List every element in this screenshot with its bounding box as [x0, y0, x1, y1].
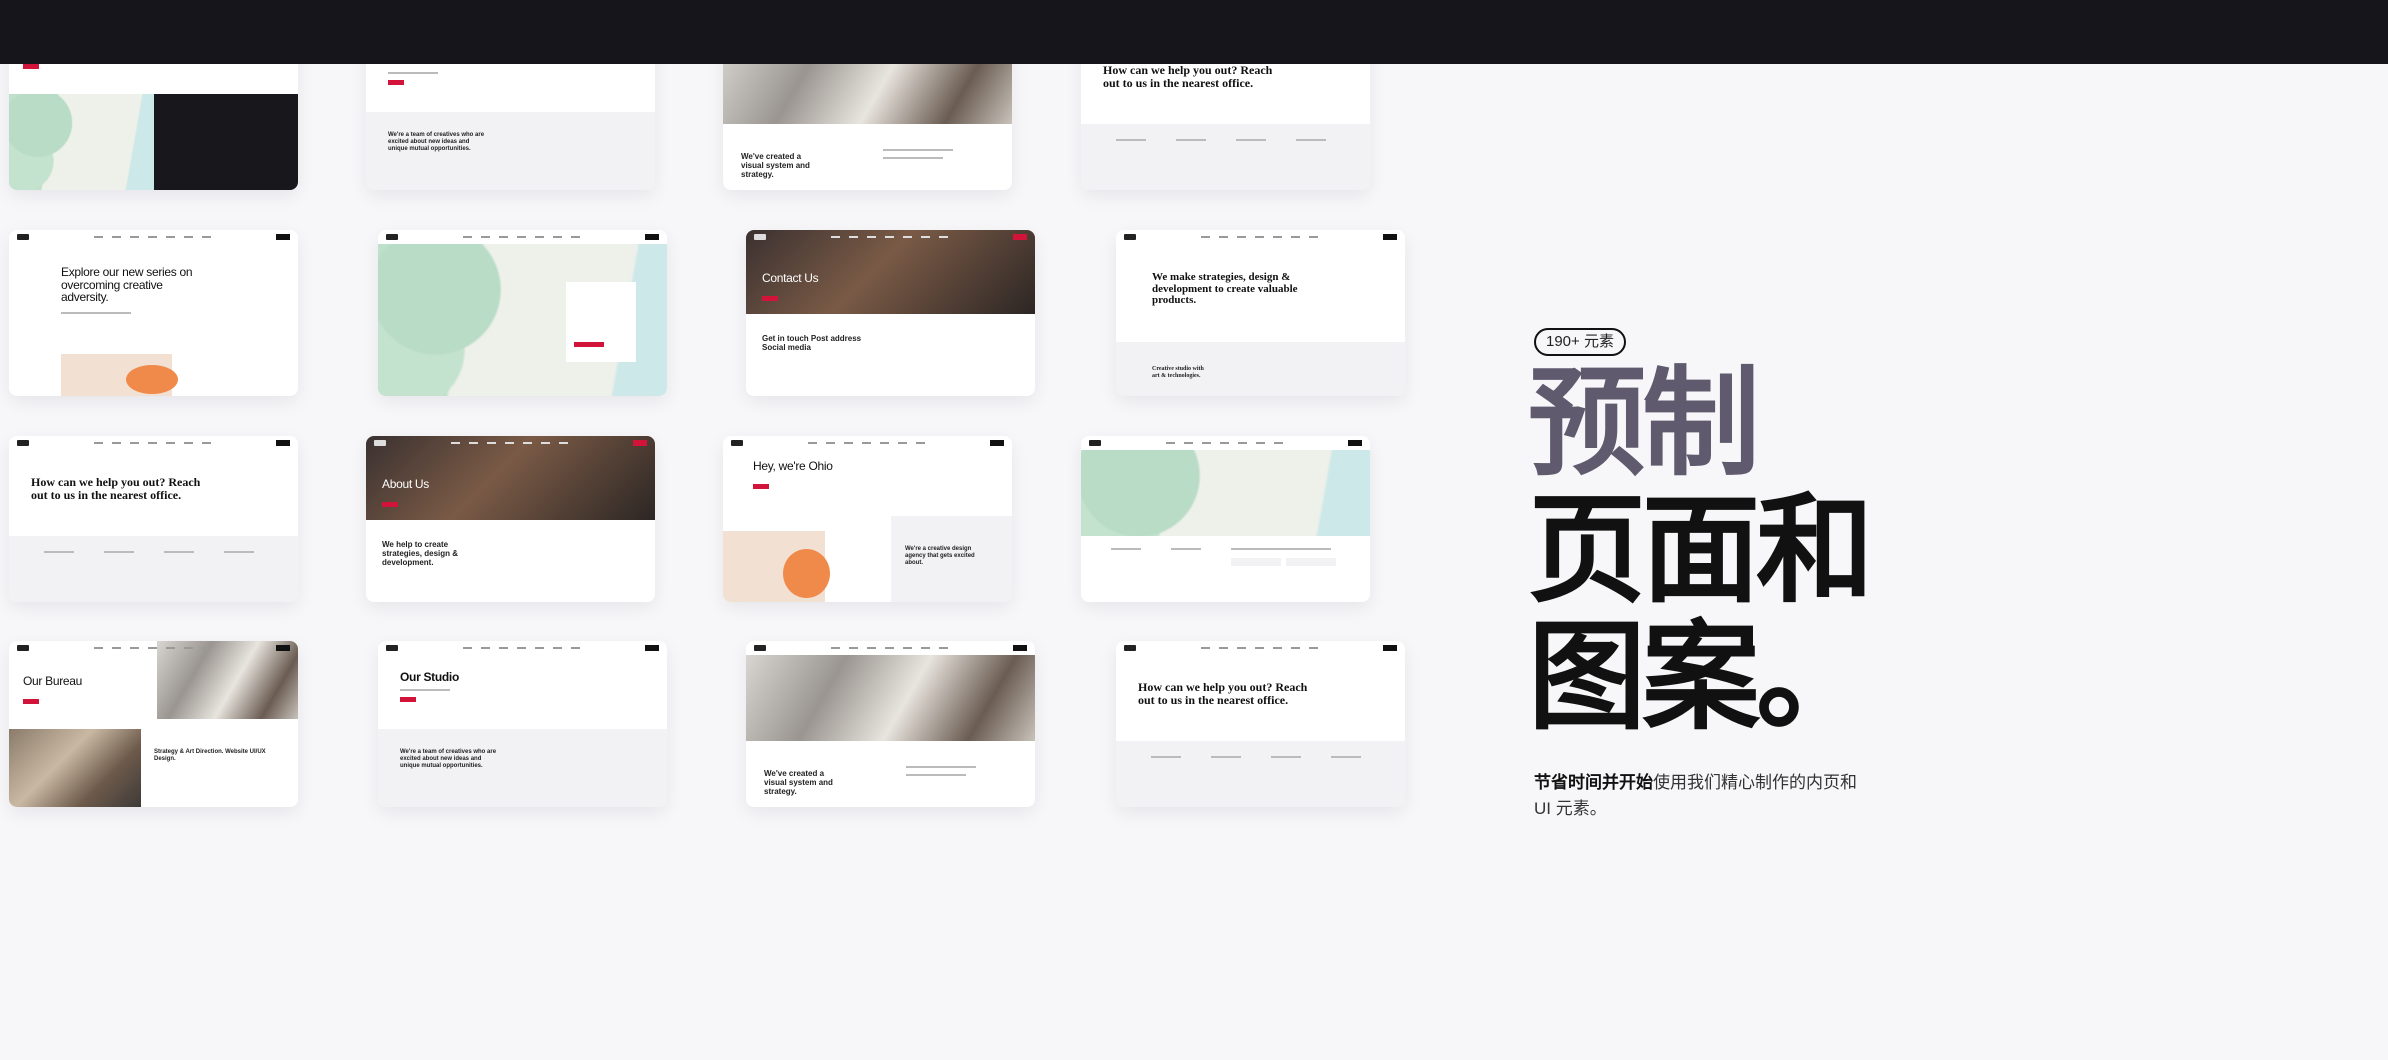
nav-button	[1383, 645, 1397, 651]
logo	[1124, 234, 1136, 240]
page-template-thumbnail[interactable]: How can we help you out? Reach out to us…	[9, 436, 298, 602]
card-body: We've created a visual system and strate…	[764, 769, 833, 797]
mini-nav	[378, 230, 667, 244]
top-bar	[0, 0, 2388, 64]
card-title: About Us	[382, 477, 429, 491]
logo	[731, 440, 743, 446]
logo	[17, 440, 29, 446]
card-title: How can we help you out? Reach out to us…	[31, 475, 201, 502]
page-template-thumbnail[interactable]: How can we help you out? Reach out to us…	[1116, 641, 1405, 807]
card-title: Our Bureau	[23, 674, 83, 688]
mini-nav	[1081, 436, 1370, 450]
card-body: Strategy & Art Direction. Website UI/UX …	[154, 749, 266, 762]
mini-nav	[366, 436, 655, 450]
nav-button	[1013, 645, 1027, 651]
mini-nav	[9, 641, 298, 655]
mini-nav	[378, 641, 667, 655]
page-template-thumbnail[interactable]: Our Studio We're a team of creatives who …	[378, 641, 667, 807]
page-template-thumbnail[interactable]: We've created a visual system and strate…	[746, 641, 1035, 807]
logo	[1089, 440, 1101, 446]
nav-button	[276, 645, 290, 651]
mini-nav	[9, 436, 298, 450]
card-title: How can we help you out? Reach out to us…	[1138, 680, 1308, 707]
logo	[17, 234, 29, 240]
mini-nav	[9, 230, 298, 244]
logo	[374, 440, 386, 446]
page-template-thumbnail[interactable]: We make strategies, design & development…	[1116, 230, 1405, 396]
nav-button	[276, 440, 290, 446]
logo	[754, 645, 766, 651]
page-template-thumbnail[interactable]: About Us We help to create strategies, de…	[366, 436, 655, 602]
nav-button	[645, 234, 659, 240]
headline-line-3: 图案。	[1528, 608, 1874, 746]
nav-button	[633, 440, 647, 446]
card-title: Explore our new series on overcoming cre…	[61, 265, 193, 305]
card-body: We help to create strategies, design & d…	[382, 540, 459, 568]
card-body: Creative studio with art & technologies.	[1152, 366, 1204, 379]
card-title: Our Studio	[400, 670, 459, 684]
nav-button	[1013, 234, 1027, 240]
page-template-thumbnail[interactable]	[1081, 436, 1370, 602]
mini-nav	[723, 436, 1012, 450]
mini-nav	[1116, 230, 1405, 244]
page-template-thumbnail[interactable]: Hey, we're Ohio We're a creative design a…	[723, 436, 1012, 602]
description-bold: 节省时间并开始	[1534, 773, 1653, 792]
mini-nav	[746, 230, 1035, 244]
card-body: We've created a visual system and strate…	[741, 152, 810, 180]
card-body: We're a team of creatives who are excite…	[388, 132, 485, 152]
nav-button	[276, 234, 290, 240]
description: 节省时间并开始使用我们精心制作的内页和 UI 元素。	[1534, 770, 1874, 822]
headline-line-1: 预制	[1528, 354, 1760, 492]
logo	[754, 234, 766, 240]
page-template-thumbnail[interactable]: Our Bureau Strategy & Art Direction. Webs…	[9, 641, 298, 807]
logo	[386, 234, 398, 240]
nav-button	[645, 645, 659, 651]
element-count-badge: 190+ 元素	[1534, 328, 1626, 356]
nav-button	[1383, 234, 1397, 240]
headline-line-2: 页面和	[1528, 481, 1874, 619]
logo	[386, 645, 398, 651]
card-body: We're a creative design agency that gets…	[905, 546, 975, 566]
card-title: Contact Us	[762, 271, 819, 285]
card-title: We make strategies, design & development…	[1152, 271, 1298, 307]
card-body: We're a team of creatives who are excite…	[400, 749, 497, 769]
nav-button	[990, 440, 1004, 446]
headline: 预制 页面和 图案。	[1528, 354, 1874, 746]
logo	[1124, 645, 1136, 651]
mini-nav	[1116, 641, 1405, 655]
page-template-thumbnail[interactable]: Explore our new series on overcoming cre…	[9, 230, 298, 396]
card-title: How can we help you out? Reach out to us…	[1103, 63, 1273, 90]
card-body: Get in touch Post address Social media	[762, 334, 862, 353]
logo	[17, 645, 29, 651]
card-title: Hey, we're Ohio	[753, 459, 833, 473]
mini-nav	[746, 641, 1035, 655]
page-template-thumbnail[interactable]: Contact Us Get in touch Post address Soci…	[746, 230, 1035, 396]
nav-button	[1348, 440, 1362, 446]
page-template-thumbnail[interactable]	[378, 230, 667, 396]
